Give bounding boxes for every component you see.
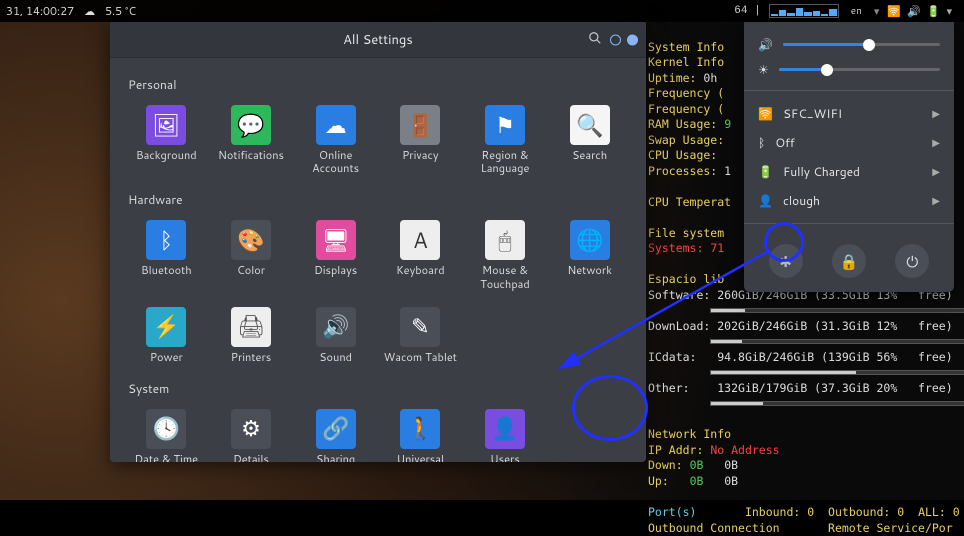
settings-header: All Settings	[110, 22, 646, 58]
clock: 31, 14:00:27	[6, 3, 74, 19]
lock-button[interactable]: 🔒	[832, 244, 866, 278]
tile-color[interactable]: 🎨Color	[209, 214, 294, 296]
chevron-right-icon: ▶	[932, 136, 940, 150]
section-hardware-label: Hardware	[128, 191, 632, 208]
volume-slider[interactable]: 🔊	[744, 32, 954, 57]
menu-wifi[interactable]: 🛜SFC_WIFI ▶	[744, 99, 954, 128]
tile-sharing[interactable]: 🔗Sharing	[293, 403, 378, 462]
users-icon: 👤	[485, 409, 525, 449]
tile-notifications[interactable]: 💬Notifications	[209, 99, 294, 181]
tile-bluetooth[interactable]: ᛒBluetooth	[124, 214, 209, 296]
tile-mouse-touchpad[interactable]: 🖱Mouse & Touchpad	[463, 214, 548, 296]
window-max-icon[interactable]	[627, 34, 638, 45]
settings-button[interactable]: ✱	[769, 244, 803, 278]
wifi-tray-icon[interactable]: 🛜	[887, 3, 901, 19]
power-button[interactable]: ⏻	[895, 244, 929, 278]
tile-details[interactable]: ⚙Details	[209, 403, 294, 462]
tile-search[interactable]: 🔍Search	[547, 99, 632, 181]
flag-icon: ⚑	[485, 105, 525, 145]
fs-row: DownLoad: 202GiB/246GiB (31.3GiB 12% fre…	[648, 319, 953, 333]
tile-sound[interactable]: 🔊Sound	[293, 301, 378, 370]
brightness-icon: ☀	[758, 61, 769, 78]
tile-universal-access[interactable]: 🚶Universal Access	[378, 403, 463, 462]
notifications-icon: 💬	[231, 105, 271, 145]
cloud-icon: ☁	[316, 105, 356, 145]
window-min-icon[interactable]	[610, 34, 621, 45]
tile-keyboard[interactable]: AKeyboard	[378, 214, 463, 296]
privacy-icon: 🚪	[400, 105, 440, 145]
chevron-right-icon: ▶	[932, 107, 940, 121]
tile-online-accounts[interactable]: ☁Online Accounts	[293, 99, 378, 181]
settings-title: All Settings	[343, 31, 413, 49]
power-icon: ⚡	[146, 307, 186, 347]
tile-date-time[interactable]: 🕓Date & Time	[124, 403, 209, 462]
section-system-label: System	[128, 380, 632, 397]
weather-icon: ☁	[84, 3, 95, 19]
bluetooth-menu-icon: ᛒ	[758, 134, 765, 151]
tile-users[interactable]: 👤Users	[463, 403, 548, 462]
clock-icon: 🕓	[146, 409, 186, 449]
mouse-icon: 🖱	[485, 220, 525, 260]
tile-wacom[interactable]: ✎Wacom Tablet	[378, 301, 463, 370]
battery-tray-icon[interactable]: 🔋	[927, 3, 941, 19]
temperature: 5.5 °C	[105, 3, 136, 19]
wifi-icon: 🛜	[758, 105, 773, 122]
sound-icon: 🔊	[316, 307, 356, 347]
brightness-slider[interactable]: ☀	[744, 57, 954, 82]
gear-icon: ⚙	[231, 409, 271, 449]
menu-bluetooth[interactable]: ᛒOff ▶	[744, 128, 954, 157]
top-bar: 31, 14:00:27 ☁ 5.5 °C 64 | en ▾ 🛜 🔊 🔋 ▾	[0, 0, 964, 22]
tile-network[interactable]: 🌐Network	[547, 214, 632, 296]
wacom-icon: ✎	[400, 307, 440, 347]
chevron-right-icon: ▶	[932, 165, 940, 179]
tile-power[interactable]: ⚡Power	[124, 301, 209, 370]
cpu-suffix: 64 |	[734, 5, 760, 17]
background-icon: 🖼	[146, 105, 186, 145]
displays-icon: 🖥	[316, 220, 356, 260]
network-icon: 🌐	[570, 220, 610, 260]
sharing-icon: 🔗	[316, 409, 356, 449]
language-indicator[interactable]: en	[847, 4, 866, 18]
tile-region-language[interactable]: ⚑Region & Language	[463, 99, 548, 181]
chevron-right-icon: ▶	[932, 194, 940, 208]
fs-row: ICdata: 94.8GiB/246GiB (139GiB 56% free)	[648, 350, 953, 364]
system-menu: 🔊 ☀ 🛜SFC_WIFI ▶ ᛒOff ▶ 🔋Fully Charged ▶ …	[744, 22, 954, 292]
tile-displays[interactable]: 🖥Displays	[293, 214, 378, 296]
menu-user[interactable]: 👤clough ▶	[744, 186, 954, 215]
tile-background[interactable]: 🖼Background	[124, 99, 209, 181]
cpu-graph	[769, 4, 839, 18]
menu-separator	[744, 223, 954, 224]
search-tile-icon: 🔍	[570, 105, 610, 145]
menu-battery[interactable]: 🔋Fully Charged ▶	[744, 157, 954, 186]
user-icon: 👤	[758, 192, 773, 209]
tile-privacy[interactable]: 🚪Privacy	[378, 99, 463, 181]
color-icon: 🎨	[231, 220, 271, 260]
volume-icon: 🔊	[758, 36, 773, 53]
settings-window: All Settings Personal 🖼Background 💬Notif…	[110, 22, 646, 462]
search-icon[interactable]	[588, 30, 602, 50]
fs-row: Other: 132GiB/179GiB (37.3GiB 20% free)	[648, 381, 953, 395]
section-personal-label: Personal	[128, 76, 632, 93]
menu-separator	[744, 90, 954, 91]
bluetooth-icon: ᛒ	[146, 220, 186, 260]
accessibility-icon: 🚶	[400, 409, 440, 449]
printers-icon: 🖨	[231, 307, 271, 347]
tile-printers[interactable]: 🖨Printers	[209, 301, 294, 370]
tray-chevron-icon[interactable]: ▾	[946, 3, 952, 19]
keyboard-icon: A	[400, 220, 440, 260]
battery-icon: 🔋	[758, 163, 773, 180]
volume-tray-icon[interactable]: 🔊	[907, 3, 921, 19]
